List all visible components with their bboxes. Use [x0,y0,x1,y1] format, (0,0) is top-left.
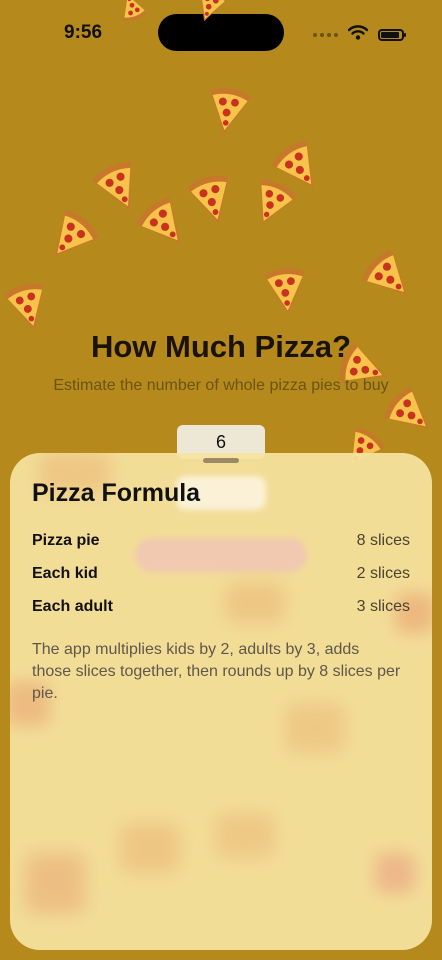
blurred-pizza-shape [285,703,345,753]
pizza-slice-icon [256,260,317,321]
battery-icon [378,29,406,41]
formula-row-value: 8 slices [356,532,410,549]
page-subtitle: Estimate the number of whole pizza pies … [53,377,389,394]
blurred-pizza-shape [120,823,180,873]
formula-row-value: 2 slices [356,565,410,582]
sheet-title: Pizza Formula [32,479,201,507]
wifi-icon [347,25,369,45]
formula-row-label: Each kid [32,565,98,582]
pizza-slice-icon [348,236,430,318]
status-time: 9:56 [64,22,103,43]
formula-row-label: Pizza pie [32,532,100,549]
formula-row-pizza-pie: Pizza pie 8 slices [32,532,410,556]
blurred-pizza-shape [375,853,415,893]
status-icons [313,25,406,45]
formula-row-each-kid: Each kid 2 slices [32,565,410,589]
blurred-pizza-shape [215,813,275,858]
formula-description: The app multiplies kids by 2, adults by … [32,641,401,702]
cellular-dots-icon [313,33,338,37]
formula-row-value: 3 slices [356,598,410,615]
blurred-pizza-shape [25,853,85,913]
sheet-grabber[interactable] [203,458,239,463]
formula-row-each-adult: Each adult 3 slices [32,598,410,622]
page-title: How Much Pizza? [90,329,352,364]
formula-row-label: Each adult [32,598,113,615]
formula-sheet: Pizza Formula Pizza pie 8 slices Each ki… [10,453,432,950]
pizza-slice-icon [196,78,261,143]
